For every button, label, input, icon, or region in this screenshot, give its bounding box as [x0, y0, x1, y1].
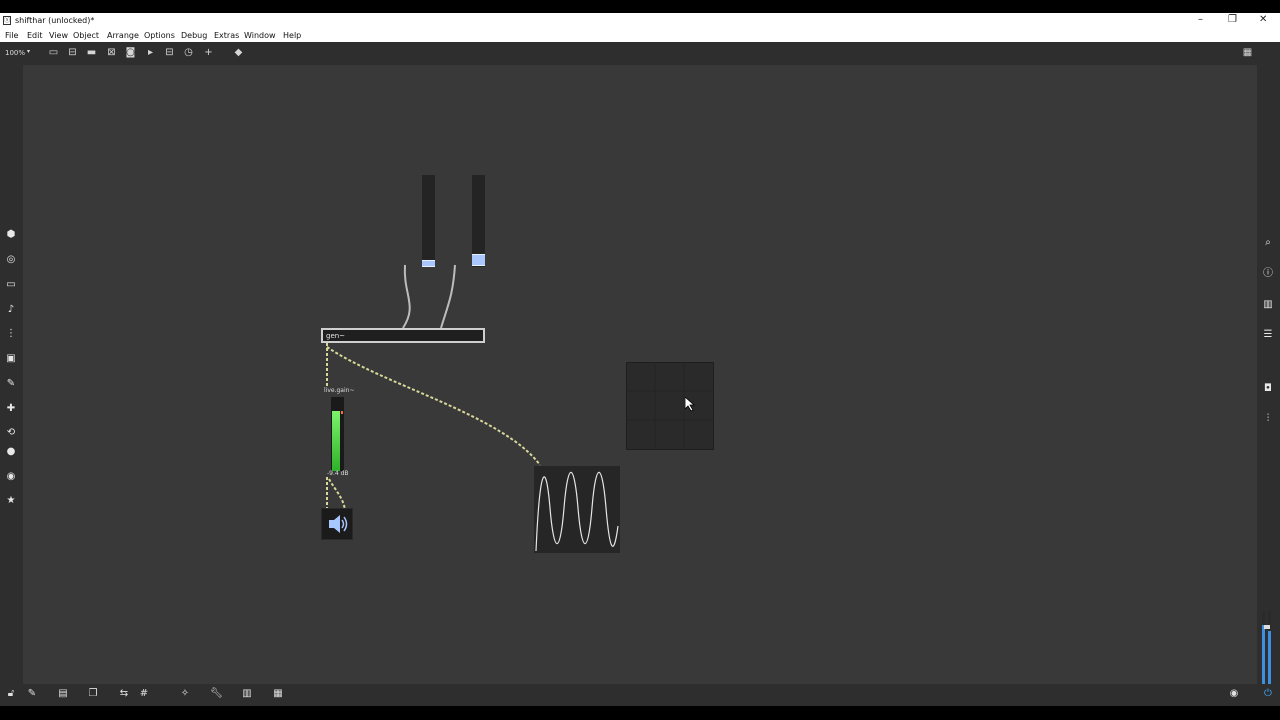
top-black-strip	[0, 0, 1280, 13]
sequence-icon[interactable]: ⋮	[5, 328, 17, 340]
menu-object[interactable]: Object	[73, 31, 99, 40]
close-icon[interactable]: ✕	[1259, 14, 1267, 25]
signal-icon[interactable]: ◉	[5, 471, 17, 483]
restore-icon[interactable]: ❐	[1228, 14, 1237, 25]
zoom-level[interactable]: 100%	[5, 49, 25, 57]
ezdac-speaker[interactable]	[321, 508, 353, 540]
sliders-icon[interactable]: ⫶	[1262, 413, 1274, 425]
grid-toggle-icon[interactable]: ▦	[1242, 47, 1253, 58]
power-icon[interactable]: ⏻	[1262, 688, 1274, 700]
search-icon[interactable]: ⌕	[1262, 237, 1274, 249]
info-icon[interactable]: ⓘ	[1262, 268, 1274, 280]
app-icon: ⓢ	[3, 16, 11, 25]
title-bar: ⓢ shifthar (unlocked)* – ❐ ✕	[0, 13, 1280, 28]
comment-icon[interactable]: ▬	[86, 47, 97, 58]
minimize-icon[interactable]: –	[1198, 14, 1203, 25]
book-icon[interactable]: ▥	[1262, 299, 1274, 311]
grid-icon[interactable]: #	[138, 688, 150, 700]
cord-slider1-gen	[402, 264, 411, 329]
slider-icon[interactable]: ▭	[5, 279, 17, 291]
empty-display-panel[interactable]	[626, 362, 714, 450]
pen-icon[interactable]: ✎	[5, 378, 17, 390]
layers-icon[interactable]: ❐	[87, 688, 99, 700]
slider-1-knob[interactable]	[422, 260, 435, 267]
note-icon[interactable]: ♪	[5, 304, 17, 316]
menu-window[interactable]: Window	[244, 31, 276, 40]
presentation-icon[interactable]: ▤	[57, 688, 69, 700]
bottom-toolbar: 🔓︎ ✎ ▤ ❐ ⇆ # ✧ 🔧︎ ▥ ▦ ◉ ⏻	[0, 684, 1280, 706]
puzzle-icon[interactable]: ✚	[5, 403, 17, 415]
menu-edit[interactable]: Edit	[27, 31, 43, 40]
clear-icon[interactable]: ⊠	[106, 47, 117, 58]
cord-slider2-gen	[440, 264, 456, 329]
wand-icon[interactable]: ✧	[179, 688, 191, 700]
wrench-icon[interactable]: 🔧︎	[210, 688, 223, 700]
image-icon[interactable]: ▣	[5, 353, 17, 365]
keyboard-icon[interactable]: ▥	[241, 688, 253, 700]
menu-help[interactable]: Help	[283, 31, 301, 40]
camera-icon[interactable]: ◘	[1262, 383, 1274, 395]
toolbar: 100% ▾ ▭ ⊟ ▬ ⊠ ◙ ▸ ⊟ ◷ + ◆ ▦	[0, 42, 1280, 65]
timer-icon[interactable]: ◷	[183, 47, 194, 58]
gain-db-label: -9.4 dB	[327, 470, 349, 477]
zoom-dropdown-icon[interactable]: ▾	[27, 48, 30, 55]
list-icon[interactable]: ☰	[1262, 329, 1274, 341]
gen-object-label: gen~	[326, 332, 346, 340]
present-icon[interactable]: ▭	[48, 47, 59, 58]
grid2-icon[interactable]: ▦	[272, 688, 284, 700]
gen-object[interactable]: gen~	[321, 328, 485, 343]
cube-icon[interactable]: ⬢	[5, 229, 17, 241]
cord-gen-scope	[326, 346, 541, 466]
window-title: shifthar (unlocked)*	[15, 16, 95, 25]
speaker-icon	[329, 515, 348, 533]
menu-view[interactable]: View	[49, 31, 68, 40]
lock-icon[interactable]: 🔓︎	[5, 688, 17, 700]
oscilloscope[interactable]	[534, 466, 620, 553]
info-circle-icon[interactable]: ●	[5, 446, 17, 458]
star-icon[interactable]: ★	[5, 495, 17, 507]
lock-toggle-icon[interactable]: ⊟	[67, 47, 78, 58]
add-icon[interactable]: +	[203, 47, 214, 58]
edit-icon[interactable]: ✎	[26, 688, 38, 700]
menu-debug[interactable]: Debug	[181, 31, 207, 40]
cord-gain-dac-r	[328, 478, 346, 511]
level-meter[interactable]	[1260, 611, 1274, 684]
circle-icon[interactable]: ◎	[5, 254, 17, 266]
patcher-canvas[interactable]: gen~ live.gain~ -9.4 dB	[23, 65, 1257, 684]
scope-waveform	[535, 472, 619, 552]
patch-icon[interactable]: ⇆	[118, 688, 130, 700]
menu-file[interactable]: File	[5, 31, 18, 40]
loop-icon[interactable]: ⟲	[5, 427, 17, 439]
mouse-cursor-icon	[685, 397, 696, 412]
slider-1[interactable]	[422, 175, 435, 267]
bottom-black-strip	[0, 706, 1280, 720]
live-gain-label: live.gain~	[324, 387, 355, 394]
slider-2[interactable]	[472, 175, 485, 267]
right-sidebar: ⌕ ⓘ ▥ ☰ ◘ ⫶	[1257, 65, 1280, 684]
box-icon[interactable]: ◙	[125, 47, 136, 58]
slider-2-knob[interactable]	[472, 254, 485, 266]
inlet-icon[interactable]: ▸	[145, 47, 156, 58]
menu-arrange[interactable]: Arrange	[107, 31, 139, 40]
play-icon[interactable]: ◉	[1228, 688, 1240, 700]
live-gain-meter-fill	[332, 411, 340, 471]
menu-extras[interactable]: Extras	[214, 31, 239, 40]
live-gain-meter[interactable]	[331, 397, 344, 471]
meter-peak	[341, 411, 343, 414]
menu-options[interactable]: Options	[144, 31, 175, 40]
menu-bar: File Edit View Object Arrange Options De…	[0, 28, 1280, 42]
split-icon[interactable]: ⊟	[164, 47, 175, 58]
left-sidebar: ⬢ ◎ ▭ ♪ ⋮ ▣ ✎ ✚ ⟲ ● ◉ ★	[0, 65, 23, 684]
paint-bucket-icon[interactable]: ◆	[233, 47, 244, 58]
